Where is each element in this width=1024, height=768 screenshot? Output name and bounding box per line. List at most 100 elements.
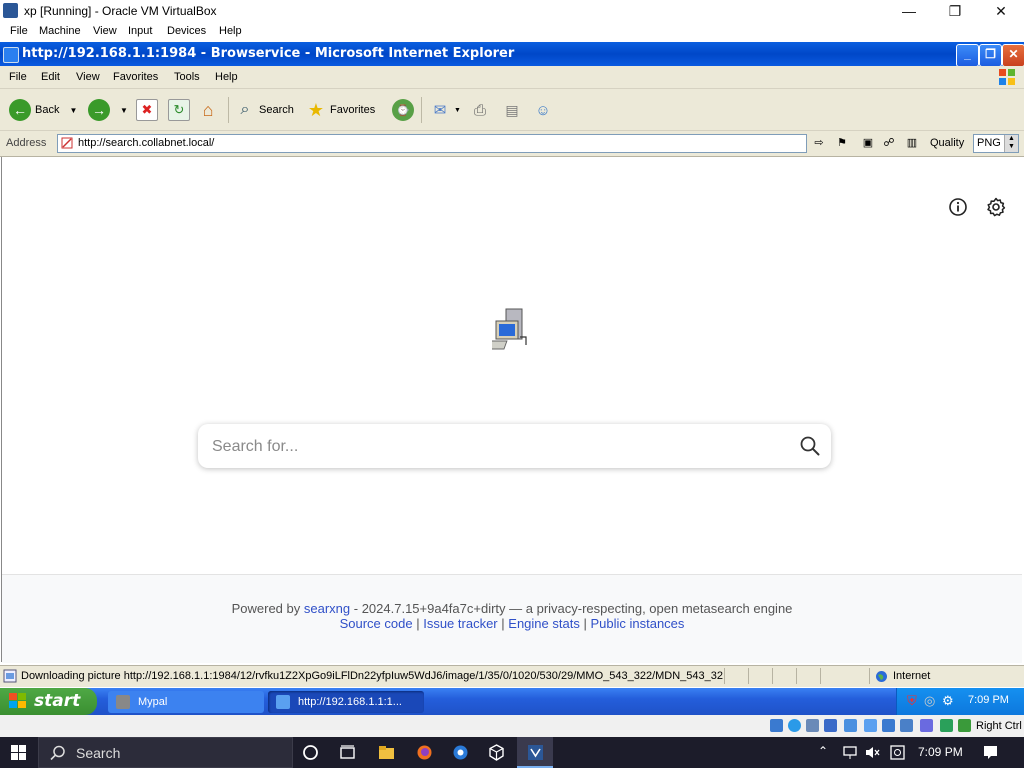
info-icon[interactable] [948, 197, 968, 217]
footer-powered-text: Powered by [231, 601, 301, 616]
audio-icon[interactable] [806, 719, 819, 732]
home-button[interactable]: ⌂ [198, 98, 218, 122]
back-button[interactable]: ← Back ▼ [9, 98, 77, 122]
ie-menu-edit[interactable]: Edit [41, 71, 60, 83]
shield-icon[interactable]: ⛨ [907, 693, 917, 709]
ie-menu-file[interactable]: File [9, 71, 27, 83]
screenshot-icon[interactable]: ▣ [859, 135, 877, 152]
ie-menu-view[interactable]: View [76, 71, 100, 83]
usb-icon[interactable] [844, 719, 857, 732]
searxng-link[interactable]: searxng [304, 601, 350, 616]
mail-dropdown-icon[interactable]: ▼ [454, 107, 461, 114]
notifications-icon[interactable] [982, 744, 999, 761]
cortana-icon[interactable] [302, 744, 319, 761]
task-mypal[interactable]: Mypal [108, 691, 264, 713]
footer-version-text: - 2024.7.15+9a4fa7c+dirty — a privacy-re… [353, 601, 793, 616]
mouse-integration-icon[interactable] [958, 719, 971, 732]
quality-value: PNG [977, 137, 1001, 149]
binoculars-icon[interactable]: ☍ [880, 135, 898, 152]
bookmark-icon[interactable]: ⚑ [833, 135, 851, 152]
cube-app-icon[interactable] [488, 744, 505, 761]
shared-folders-icon[interactable] [864, 719, 877, 732]
cpu-icon[interactable] [920, 719, 933, 732]
vbox-menu-devices[interactable]: Devices [167, 25, 206, 37]
page-icon [61, 137, 73, 149]
optical-drive-icon[interactable] [788, 719, 801, 732]
messenger-button[interactable]: ☺ [533, 98, 553, 122]
firefox-icon[interactable] [416, 744, 433, 761]
search-icon[interactable] [799, 435, 821, 457]
stop-icon: ✖ [136, 99, 158, 121]
ie-titlebar: http://192.168.1.1:1984 - Browservice - … [0, 42, 1024, 67]
network-adapter-icon[interactable] [824, 719, 837, 732]
issue-tracker-link[interactable]: Issue tracker [423, 616, 497, 631]
printer-icon: ⎙ [473, 101, 486, 119]
close-button[interactable]: ✕ [978, 0, 1024, 23]
ie-maximize-button[interactable]: ❐ [979, 44, 1002, 67]
video-capture-icon[interactable] [900, 719, 913, 732]
network-tray-icon[interactable] [842, 744, 859, 761]
task-browservice[interactable]: http://192.168.1.1:1... [268, 691, 424, 713]
display-icon[interactable] [882, 719, 895, 732]
chevron-up-icon[interactable]: ⌃ [818, 744, 828, 758]
ie-minimize-button[interactable]: _ [956, 44, 979, 67]
status-divider [796, 668, 797, 684]
search-input[interactable] [210, 432, 774, 462]
virtualbox-taskbar-button[interactable] [517, 737, 553, 768]
browser-icon[interactable] [452, 744, 469, 761]
print-button[interactable]: ⎙ [470, 98, 490, 122]
history-button[interactable]: ⌚ [392, 98, 414, 122]
ie-task-icon [276, 695, 290, 709]
footer-links: Source code | Issue tracker | Engine sta… [2, 616, 1022, 631]
public-instances-link[interactable]: Public instances [590, 616, 684, 631]
toolbar-separator [421, 97, 422, 123]
ie-close-button[interactable]: ✕ [1002, 44, 1024, 67]
ie-address-bar: Address http://search.collabnet.local/ ⇨… [0, 131, 1024, 157]
w10-search-box[interactable]: Search [38, 737, 293, 768]
volume-muted-icon[interactable] [864, 744, 881, 761]
favorites-button[interactable]: ★ Favorites [306, 98, 375, 122]
history-icon: ⌚ [392, 99, 414, 121]
vbox-menu-machine[interactable]: Machine [39, 25, 81, 37]
file-explorer-icon[interactable] [378, 744, 395, 761]
vbox-menu-file[interactable]: File [10, 25, 28, 37]
footer-line-powered: Powered by searxng - 2024.7.15+9a4fa7c+d… [2, 601, 1022, 616]
quality-spinner-icon[interactable]: ▲ ▼ [1004, 135, 1018, 152]
address-input[interactable]: http://search.collabnet.local/ [57, 134, 807, 153]
vbox-menu-help[interactable]: Help [219, 25, 242, 37]
engine-stats-link[interactable]: Engine stats [508, 616, 580, 631]
restore-button[interactable]: ❐ [932, 0, 978, 23]
clipboard-icon[interactable]: ▥ [903, 135, 921, 152]
ie-menu-help[interactable]: Help [215, 71, 238, 83]
security-icon[interactable]: ◎ [924, 693, 935, 709]
minimize-button[interactable]: — [886, 0, 932, 23]
ie-toolbar: ← Back ▼ → ▼ ✖ ↻ ⌂ ⌕ Search ★ Favorites … [0, 89, 1024, 131]
search-toolbar-button[interactable]: ⌕ Search [235, 98, 294, 122]
go-arrow-icon[interactable]: ⇨ [810, 135, 828, 152]
quality-select[interactable]: PNG ▲ ▼ [973, 134, 1019, 153]
virtualization-icon[interactable] [940, 719, 953, 732]
edit-button[interactable]: ▤ [502, 98, 522, 122]
vbox-menu-input[interactable]: Input [128, 25, 152, 37]
back-dropdown-icon[interactable]: ▼ [69, 106, 77, 115]
w10-search-label: Search [76, 745, 121, 761]
windows-start-icon[interactable] [11, 745, 26, 760]
start-label: start [34, 691, 81, 711]
task-view-icon[interactable] [339, 744, 356, 761]
ie-menu-favorites[interactable]: Favorites [113, 71, 158, 83]
settings-gear-icon[interactable] [986, 197, 1006, 217]
sync-icon[interactable] [889, 744, 906, 761]
refresh-button[interactable]: ↻ [168, 98, 190, 122]
forward-dropdown-icon[interactable]: ▼ [120, 106, 128, 115]
source-code-link[interactable]: Source code [340, 616, 413, 631]
favorites-label: Favorites [330, 104, 376, 116]
stop-button[interactable]: ✖ [136, 98, 158, 122]
hard-disk-icon[interactable] [770, 719, 783, 732]
back-arrow-icon: ← [9, 99, 31, 121]
mail-button[interactable]: ✉ ▼ [430, 98, 461, 122]
vbox-menu-view[interactable]: View [93, 25, 117, 37]
network-icon[interactable]: ⚙ [942, 693, 954, 709]
start-button[interactable]: start [0, 688, 97, 715]
forward-button[interactable]: → ▼ [88, 98, 128, 122]
ie-menu-tools[interactable]: Tools [174, 71, 200, 83]
